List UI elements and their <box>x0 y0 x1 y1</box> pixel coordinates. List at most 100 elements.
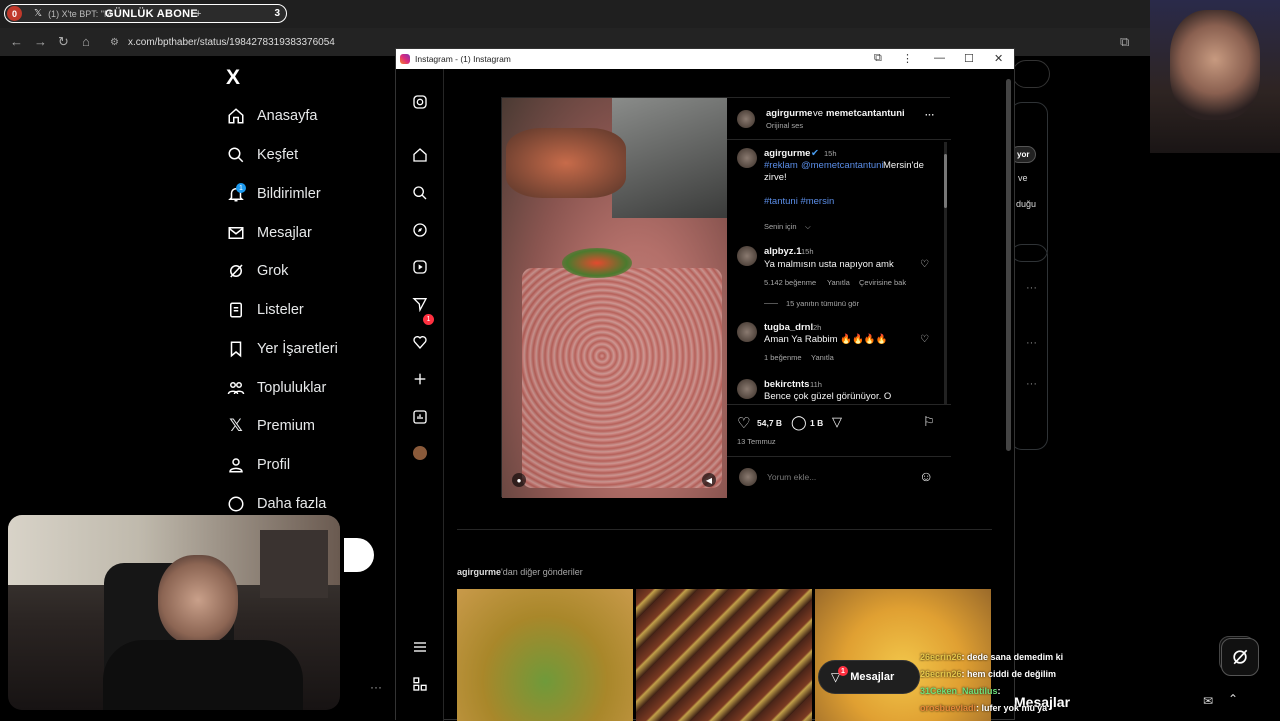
extension-icon[interactable]: ⧉ <box>874 52 882 65</box>
more-dots-icon[interactable]: ··· <box>370 680 382 694</box>
avatar[interactable] <box>737 246 757 266</box>
caption-tag[interactable]: #reklam <box>764 160 798 171</box>
sidebar-item-communities[interactable]: Topluluklar <box>226 377 326 399</box>
sort-comments[interactable]: Senin için <box>764 222 797 231</box>
audio-label[interactable]: Orijinal ses <box>766 121 803 130</box>
comment-text: Ya malmısın usta napıyon amk <box>764 259 894 270</box>
sidebar-item-premium[interactable]: 𝕏 Premium <box>226 415 315 437</box>
window-scrollbar[interactable] <box>1006 79 1011 451</box>
caption-mention[interactable]: @memetcantantuni <box>801 160 884 171</box>
kebab-menu-icon[interactable]: ⋮ <box>902 52 913 65</box>
forward-icon[interactable]: → <box>34 34 47 49</box>
sidebar-item-bookmarks[interactable]: Yer İşaretleri <box>226 338 338 360</box>
comment-username[interactable]: alpbyz.1 <box>764 246 802 257</box>
share-icon[interactable]: ▽ <box>832 414 842 430</box>
translate-button[interactable]: Çevirisine bak <box>859 278 906 287</box>
direct-messages-icon[interactable] <box>410 294 430 314</box>
like-icon[interactable]: ♡ <box>737 414 750 432</box>
reply-button[interactable]: Yanıtla <box>827 278 850 287</box>
profile-icon <box>226 455 246 475</box>
sidebar-item-profile[interactable]: Profil <box>226 454 290 476</box>
more-dots-icon[interactable]: ··· <box>1026 282 1037 294</box>
sidebar-item-messages[interactable]: Mesajlar <box>226 222 312 244</box>
header-username-2[interactable]: memetcantantuni <box>826 108 905 119</box>
comments-scrollbar-thumb[interactable] <box>944 154 947 208</box>
emoji-icon[interactable]: ☺ <box>919 468 933 484</box>
site-info-icon[interactable]: ⚙ <box>110 37 119 48</box>
like-comment-icon[interactable]: ♡ <box>920 334 929 345</box>
sidebar-label: Topluluklar <box>257 380 327 396</box>
search-icon[interactable] <box>410 183 430 203</box>
dashboard-icon[interactable] <box>410 407 430 427</box>
tab-plus: + <box>195 7 202 20</box>
reply-button[interactable]: Yanıtla <box>811 353 834 362</box>
sidebar-item-home[interactable]: Anasayfa <box>226 105 317 127</box>
messages-floating-button[interactable]: ▽ 1 Mesajlar <box>818 660 920 694</box>
x-post-button-edge[interactable] <box>344 538 374 572</box>
instagram-logo-icon[interactable] <box>410 92 430 112</box>
url-field[interactable]: x.com/bpthaber/status/198427831938337605… <box>128 37 335 48</box>
sidebar-item-more[interactable]: Daha fazla <box>226 493 326 515</box>
comment-input[interactable]: Yorum ekle... <box>767 472 816 482</box>
post-video[interactable]: ● ◀ <box>502 98 727 498</box>
comment-username[interactable]: tugba_drnl <box>764 322 813 333</box>
maximize-icon[interactable]: ☐ <box>964 52 974 65</box>
profile-avatar[interactable] <box>410 443 430 463</box>
home-icon <box>226 106 246 126</box>
heart-icon[interactable] <box>410 332 430 352</box>
more-post-thumbnail[interactable] <box>457 589 633 721</box>
minimize-icon[interactable]: — <box>934 52 945 64</box>
compose-message-icon[interactable]: ✉ <box>1203 694 1213 708</box>
create-plus-icon[interactable] <box>410 369 430 389</box>
view-replies[interactable]: 15 yanıtın tümünü gör <box>786 299 859 308</box>
comment-text: Bence çok güzel görünüyor. O <box>764 391 892 402</box>
sidebar-label: Profil <box>257 457 291 473</box>
sound-icon[interactable]: ◀ <box>702 473 716 487</box>
also-from-meta-icon[interactable] <box>410 674 430 694</box>
more-posts-user[interactable]: agirgurme <box>457 567 501 577</box>
like-comment-icon[interactable]: ♡ <box>920 259 929 270</box>
face-shape <box>158 555 238 645</box>
tagged-users-icon[interactable]: ● <box>512 473 526 487</box>
browser-tab[interactable]: 0 𝕏 (1) X'te BPT: "M GÜNLÜK ABONE + 3 <box>4 4 287 23</box>
avatar[interactable] <box>737 110 755 128</box>
more-dots-icon[interactable]: ··· <box>1026 337 1037 349</box>
avatar[interactable] <box>737 322 757 342</box>
back-icon[interactable]: ← <box>10 34 23 49</box>
grok-fab-icon[interactable] <box>1221 638 1259 676</box>
explore-compass-icon[interactable] <box>410 220 430 240</box>
comment-icon[interactable]: ◯ <box>791 414 807 431</box>
avatar[interactable] <box>737 148 757 168</box>
more-post-thumbnail[interactable] <box>636 589 812 721</box>
post-time: 15h <box>824 149 837 158</box>
comment-username[interactable]: bekirctnts <box>764 379 809 390</box>
chevron-down-icon[interactable]: ⌵ <box>805 222 811 232</box>
streamer-webcam-bottom <box>8 515 340 710</box>
save-bookmark-icon[interactable]: ⚐ <box>923 414 935 430</box>
hamburger-menu-icon[interactable] <box>410 637 430 657</box>
close-icon[interactable]: ✕ <box>994 52 1003 65</box>
home-browser-icon[interactable]: ⌂ <box>82 34 90 49</box>
sidebar-item-grok[interactable]: Grok <box>226 260 288 282</box>
sidebar-item-explore[interactable]: Keşfet <box>226 144 298 166</box>
reload-icon[interactable]: ↻ <box>58 34 69 50</box>
x-logo[interactable]: X <box>226 66 240 90</box>
install-icon[interactable]: ⧉ <box>1120 34 1129 50</box>
reels-icon[interactable] <box>410 257 430 277</box>
expand-icon[interactable]: ⌃ <box>1228 692 1238 706</box>
browser-tab-bar: 0 𝕏 (1) X'te BPT: "M GÜNLÜK ABONE + 3 <box>0 0 1280 28</box>
sidebar-item-lists[interactable]: Listeler <box>226 299 304 321</box>
avatar[interactable] <box>737 379 757 399</box>
x-premium-icon: 𝕏 <box>229 416 243 435</box>
more-dots-icon[interactable]: ··· <box>1026 378 1037 390</box>
post-options-icon[interactable]: ··· <box>925 110 935 121</box>
comment-likes[interactable]: 5.142 beğenme <box>764 278 816 287</box>
shirt-shape <box>103 640 303 710</box>
header-username[interactable]: agirgurme <box>766 108 812 119</box>
caption-hashtags[interactable]: #tantuni #mersin <box>764 196 834 207</box>
author-username[interactable]: agirgurme <box>764 148 810 159</box>
like-count[interactable]: 54,7 B <box>757 418 782 428</box>
home-icon[interactable] <box>410 145 430 165</box>
search-box[interactable] <box>1012 60 1050 88</box>
comment-likes[interactable]: 1 beğenme <box>764 353 802 362</box>
